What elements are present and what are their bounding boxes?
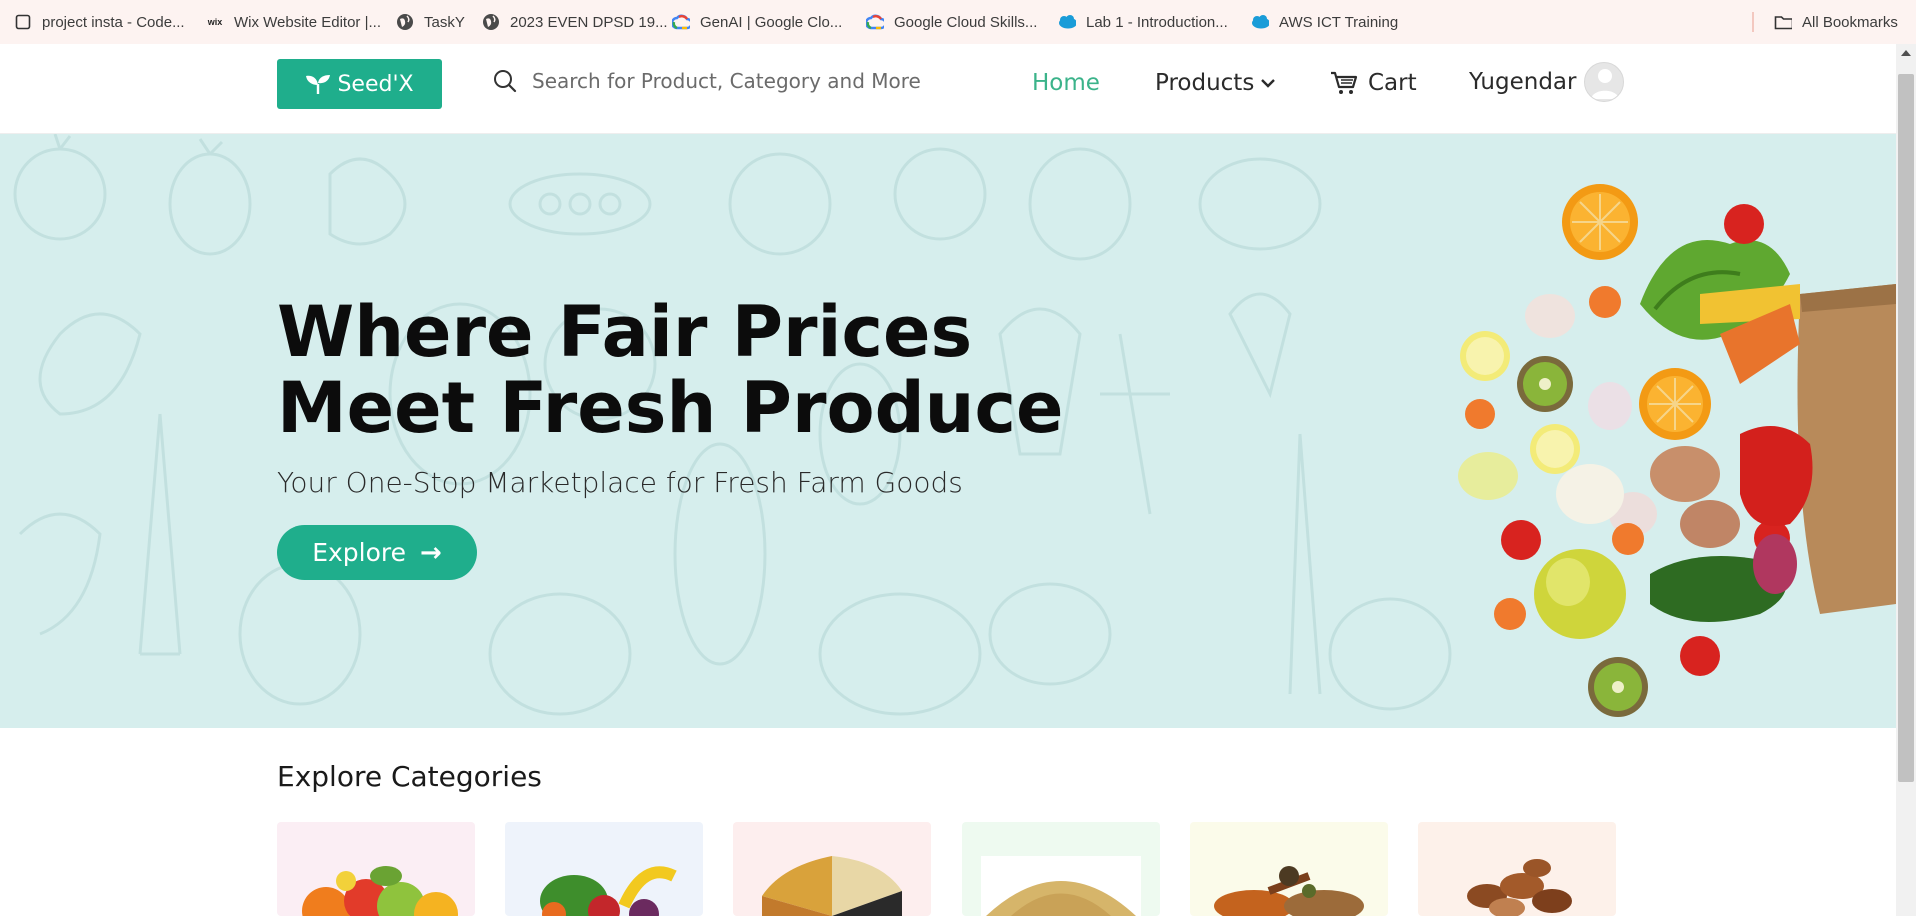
all-bookmarks-label: All Bookmarks — [1802, 13, 1898, 31]
chevron-down-icon — [1261, 79, 1276, 88]
bookmark-item[interactable]: wix Wix Website Editor |... — [206, 0, 381, 44]
site-header: Seed'X Home Products Cart Yugendar — [0, 44, 1896, 134]
search-bar[interactable] — [492, 68, 952, 94]
explore-label: Explore — [312, 538, 406, 567]
category-card-cereals[interactable] — [962, 822, 1160, 916]
seedx-logo[interactable]: Seed'X — [277, 59, 442, 109]
google-cloud-icon — [672, 13, 690, 31]
scroll-up-arrow-icon[interactable] — [1901, 50, 1911, 56]
produce-bag-image — [1458, 184, 1896, 717]
bookmark-item[interactable]: TaskY — [396, 0, 465, 44]
bookmark-item[interactable]: Lab 1 - Introduction... — [1058, 0, 1228, 44]
category-card-vegetables[interactable] — [505, 822, 703, 916]
square-icon — [14, 13, 32, 31]
hero-title-line-1: Where Fair Prices — [277, 291, 973, 373]
category-card-fruits[interactable] — [277, 822, 475, 916]
explore-button[interactable]: Explore → — [277, 525, 477, 580]
bookmarks-divider — [1752, 12, 1754, 32]
nav-home-label: Home — [1032, 70, 1100, 96]
bookmark-label: Google Cloud Skills... — [894, 13, 1038, 31]
salesforce-icon — [1251, 13, 1269, 31]
bookmark-label: 2023 EVEN DPSD 19... — [510, 13, 668, 31]
globe-icon — [482, 13, 500, 31]
user-icon — [1591, 69, 1620, 99]
bookmark-item[interactable]: GenAI | Google Clo... — [672, 0, 842, 44]
bookmarks-bar: project insta - Code... wix Wix Website … — [0, 0, 1916, 44]
grains-image — [762, 856, 902, 916]
all-bookmarks-button[interactable]: All Bookmarks — [1774, 0, 1898, 44]
hero-title-line-2: Meet Fresh Produce — [277, 367, 1064, 449]
bookmark-label: GenAI | Google Clo... — [700, 13, 843, 31]
cereals-image — [981, 856, 1141, 916]
bookmark-label: AWS ICT Training — [1279, 13, 1399, 31]
categories-title: Explore Categories — [277, 760, 542, 793]
hero-banner: Where Fair Prices Meet Fresh Produce You… — [0, 134, 1896, 728]
globe-icon — [396, 13, 414, 31]
nav-products-label: Products — [1155, 70, 1255, 96]
user-name: Yugendar — [1469, 69, 1577, 95]
nav-home[interactable]: Home — [1032, 70, 1100, 96]
search-input[interactable] — [532, 69, 952, 93]
logo-text: Seed'X — [337, 71, 414, 97]
bookmark-item[interactable]: project insta - Code... — [14, 0, 185, 44]
fruits-image — [302, 866, 458, 916]
dry-fruits-image — [1467, 859, 1572, 916]
bookmark-item[interactable]: Google Cloud Skills... — [866, 0, 1037, 44]
folder-icon — [1774, 13, 1792, 31]
bookmark-label: project insta - Code... — [42, 13, 185, 31]
salesforce-icon — [1058, 13, 1076, 31]
avatar[interactable] — [1584, 62, 1625, 102]
user-menu[interactable]: Yugendar — [1469, 62, 1625, 102]
google-cloud-icon — [866, 13, 884, 31]
scrollbar-thumb[interactable] — [1898, 74, 1914, 782]
spices-image — [1214, 866, 1364, 916]
nav-cart-label: Cart — [1368, 70, 1417, 96]
arrow-right-icon: → — [420, 537, 442, 568]
nav-cart[interactable]: Cart — [1330, 70, 1417, 96]
category-card-spices[interactable] — [1190, 822, 1388, 916]
bookmark-label: Lab 1 - Introduction... — [1086, 13, 1228, 31]
category-card-dry-fruits[interactable] — [1418, 822, 1616, 916]
sprout-icon — [306, 75, 331, 94]
bookmark-item[interactable]: AWS ICT Training — [1251, 0, 1398, 44]
category-card-grains[interactable] — [733, 822, 931, 916]
bookmark-label: TaskY — [424, 13, 465, 31]
wix-icon: wix — [207, 17, 223, 27]
bookmark-item[interactable]: 2023 EVEN DPSD 19... — [482, 0, 668, 44]
nav-products[interactable]: Products — [1155, 70, 1276, 96]
vegetables-image — [540, 866, 677, 916]
page-scrollbar[interactable] — [1896, 44, 1916, 916]
search-icon — [494, 70, 517, 93]
hero-title: Where Fair Prices Meet Fresh Produce — [277, 294, 1063, 446]
hero-subtitle: Your One-Stop Marketplace for Fresh Farm… — [277, 466, 963, 499]
bookmark-label: Wix Website Editor |... — [234, 13, 381, 31]
cart-icon — [1331, 71, 1358, 94]
